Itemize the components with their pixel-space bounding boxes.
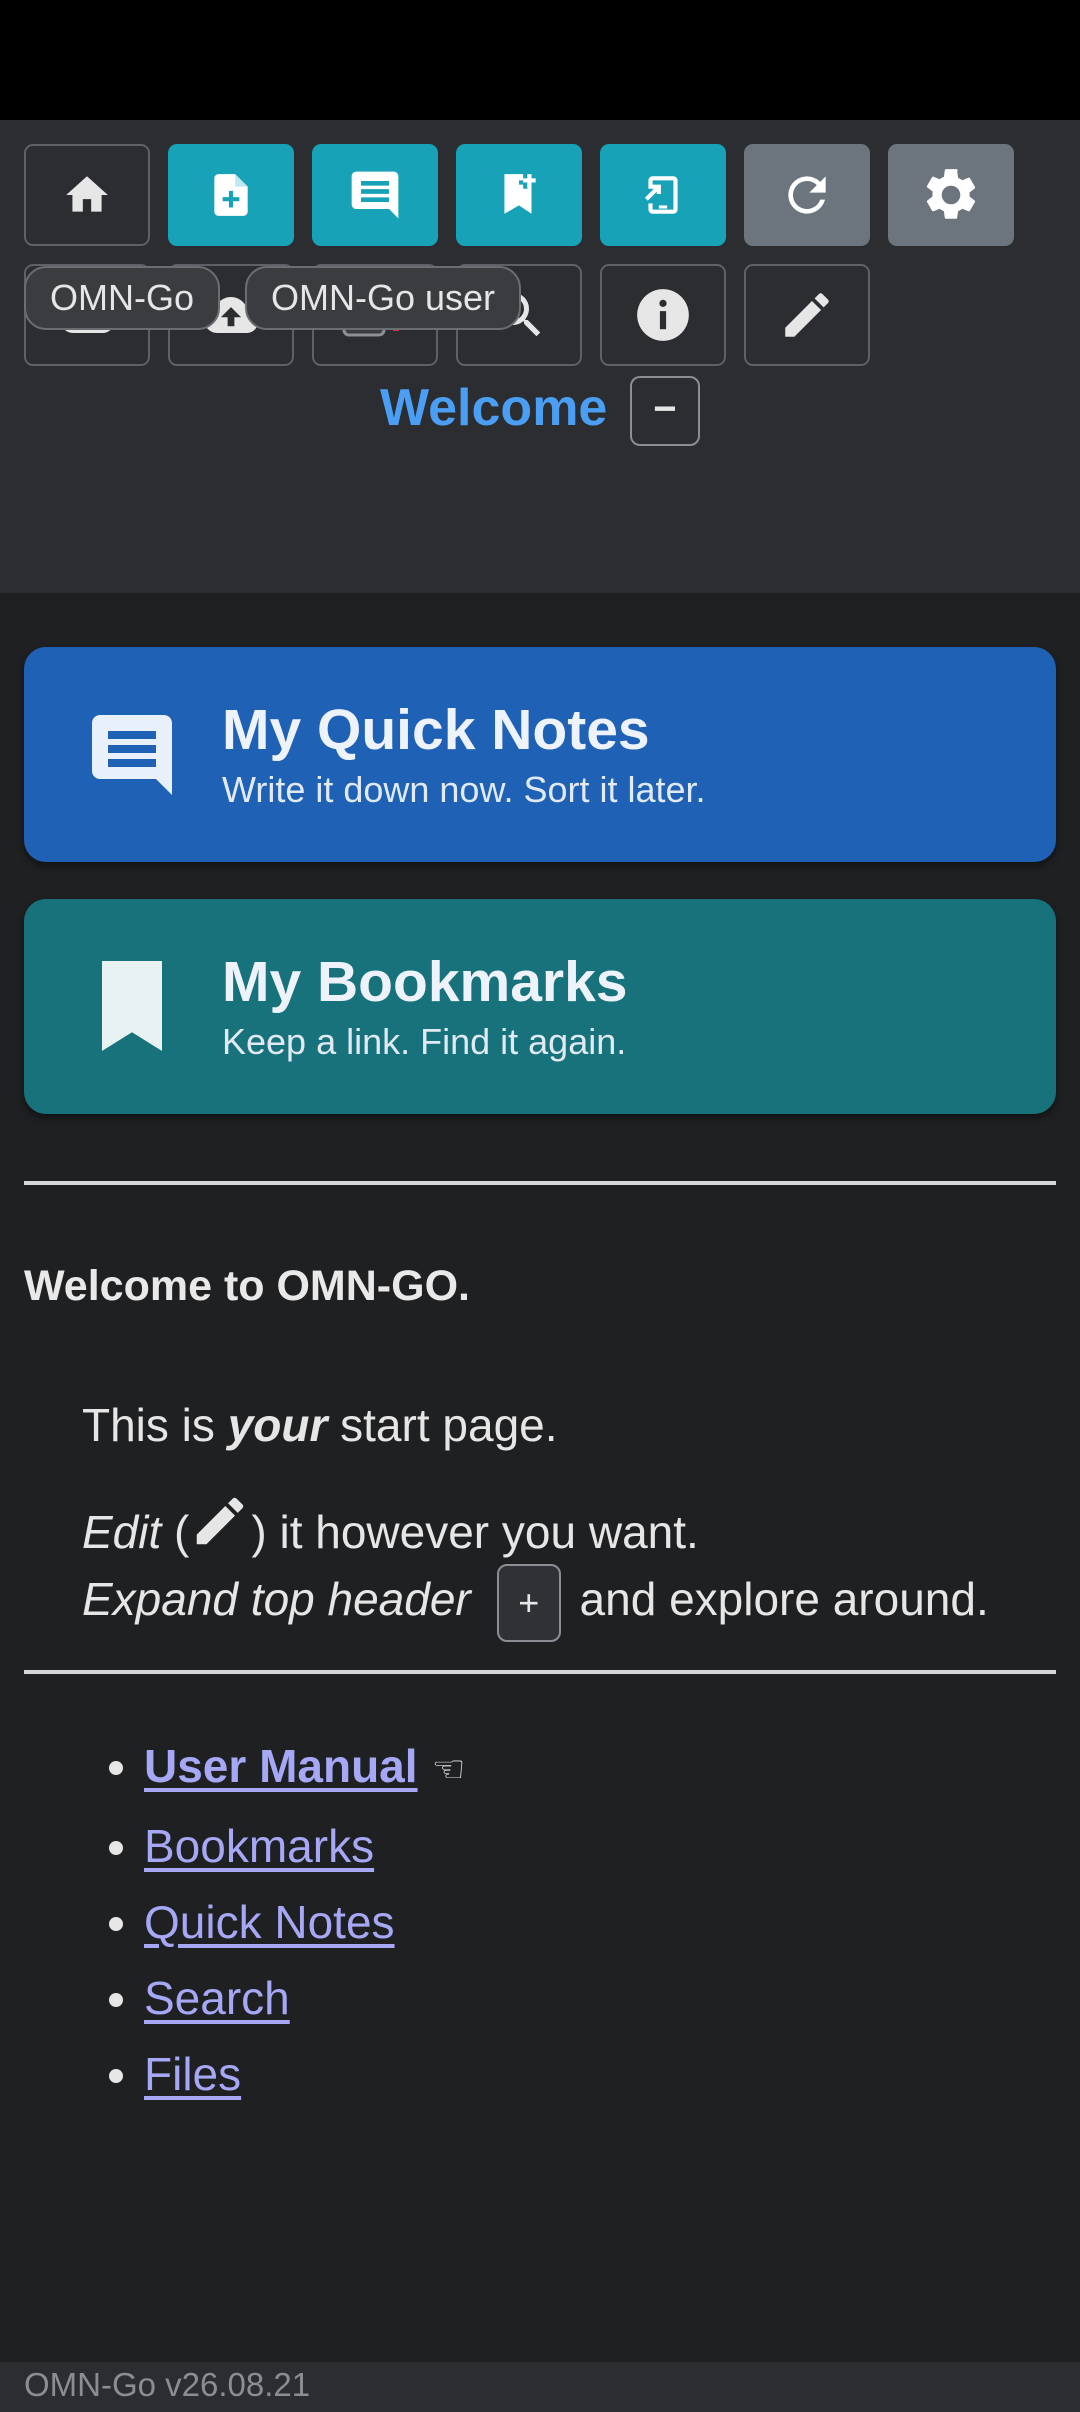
content-heading: Welcome to OMN-GO.: [24, 1262, 470, 1310]
bookmarks-link[interactable]: Bookmarks: [144, 1820, 374, 1872]
list-item: Bookmarks: [144, 1808, 466, 1884]
footer: OMN-Go v26.08.21: [0, 2362, 1080, 2412]
text: ) it however you want.: [251, 1506, 699, 1558]
files-link[interactable]: Files: [144, 2048, 241, 2100]
emphasis-text: your: [227, 1399, 328, 1451]
text: start page.: [327, 1399, 558, 1451]
new-quick-note-button[interactable]: [312, 144, 438, 246]
card-subtitle: Write it down now. Sort it later.: [222, 769, 706, 810]
new-bookmark-button[interactable]: [456, 144, 582, 246]
bookmark-plus-icon: [504, 174, 536, 214]
user-pill[interactable]: OMN-Go user: [245, 266, 522, 330]
intro-line: This is your start page.: [82, 1398, 558, 1452]
user-manual-link[interactable]: User Manual: [144, 1740, 418, 1792]
pointing-hand-icon: ☜: [431, 1748, 466, 1791]
refresh-button[interactable]: [744, 144, 870, 246]
card-subtitle: Keep a link. Find it again.: [222, 1021, 627, 1062]
edit-pencil-icon: [197, 1497, 244, 1545]
list-item: User Manual ☜: [144, 1728, 466, 1808]
info-button[interactable]: [600, 264, 726, 366]
bookmarks-card[interactable]: My Bookmarks Keep a link. Find it again.: [24, 899, 1056, 1114]
expand-hint-line: Expand top header + and explore around.: [82, 1564, 989, 1642]
settings-gear-icon: [926, 169, 976, 219]
quick-notes-card[interactable]: My Quick Notes Write it down now. Sort i…: [24, 647, 1056, 862]
mobile-share-icon: [644, 176, 678, 214]
search-link[interactable]: Search: [144, 1972, 290, 2024]
quick-note-icon: [92, 715, 172, 795]
text: This is: [82, 1399, 228, 1451]
card-title: My Bookmarks: [222, 950, 628, 1014]
edit-button[interactable]: [744, 264, 870, 366]
edit-pencil-icon: [785, 293, 829, 337]
expand-header-button[interactable]: +: [496, 1564, 561, 1642]
links-list: User Manual ☜ Bookmarks Quick Notes Searc…: [78, 1728, 466, 2112]
text: and explore around.: [566, 1573, 989, 1626]
info-icon: [637, 289, 689, 341]
settings-button[interactable]: [888, 144, 1014, 246]
list-item: Quick Notes: [144, 1884, 466, 1960]
list-item: Files: [144, 2036, 466, 2112]
home-icon: [66, 176, 108, 212]
collapse-header-button[interactable]: −: [630, 376, 700, 446]
app-pill[interactable]: OMN-Go: [24, 266, 220, 330]
edit-hint-line: Edit ( ) it however you want.: [82, 1490, 699, 1559]
status-bar: [0, 0, 1080, 120]
quick-note-icon: [351, 171, 399, 219]
text: (: [161, 1506, 190, 1558]
card-title: My Quick Notes: [222, 698, 650, 762]
new-file-button[interactable]: [168, 144, 294, 246]
version-label: OMN-Go v26.08.21: [24, 2366, 311, 2403]
file-plus-icon: [214, 174, 248, 216]
refresh-icon: [788, 176, 826, 214]
mobile-share-button[interactable]: [600, 144, 726, 246]
text: Expand top header: [82, 1573, 471, 1626]
divider: [24, 1181, 1056, 1185]
list-item: Search: [144, 1960, 466, 2036]
page-title: Welcome: [380, 379, 608, 437]
home-button[interactable]: [24, 144, 150, 246]
divider: [24, 1670, 1056, 1674]
quick-notes-link[interactable]: Quick Notes: [144, 1896, 395, 1948]
bookmark-icon: [102, 961, 162, 1051]
text: Edit: [82, 1506, 162, 1558]
